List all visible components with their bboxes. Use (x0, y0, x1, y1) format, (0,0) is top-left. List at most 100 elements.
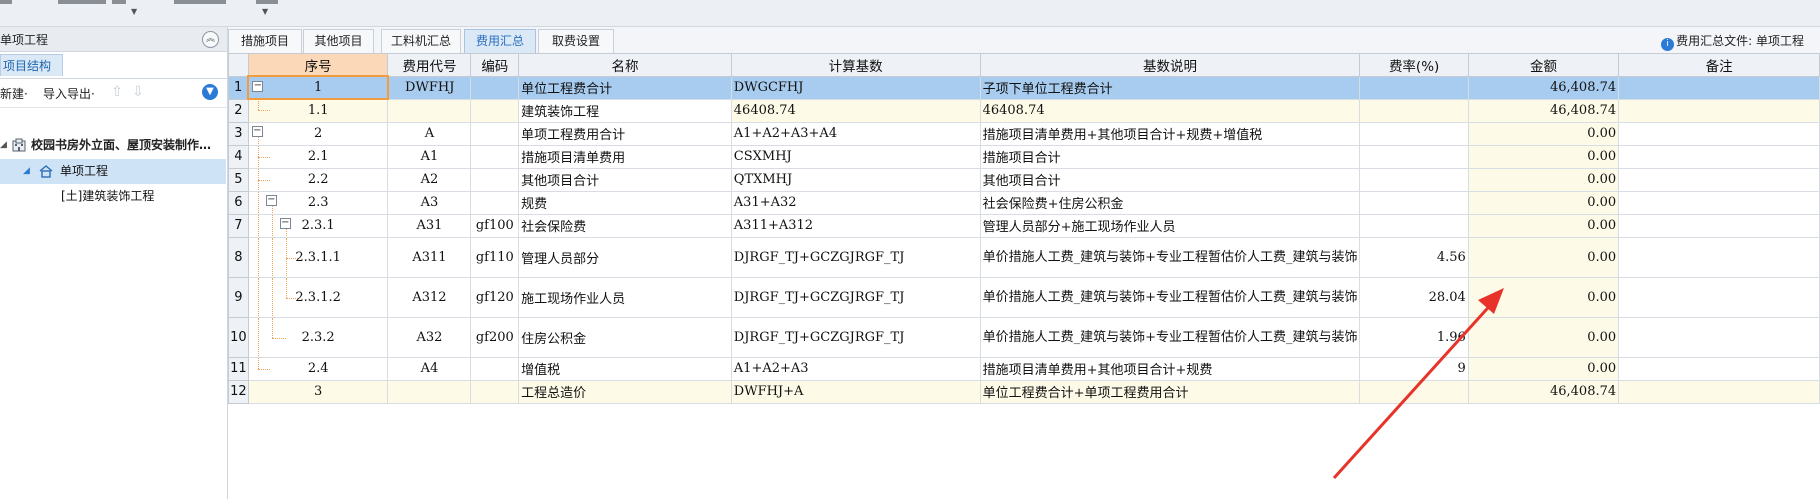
table-row[interactable]: 1 −1 DWFHJ 单位工程费合计 DWGCFHJ 子项下单位工程费合计 46… (228, 75, 1820, 100)
seq-cell[interactable]: 2.3.1.2 (247, 276, 389, 318)
calc-base-cell[interactable]: CSXMHJ (730, 144, 981, 169)
tree-item-single-project[interactable]: ◢ 单项工程 (0, 159, 226, 184)
note-cell[interactable] (1618, 356, 1820, 381)
calc-base-cell[interactable]: A1+A2+A3 (730, 356, 981, 381)
name-cell[interactable]: 住房公积金 (518, 316, 732, 358)
name-cell[interactable]: 社会保险费 (518, 213, 732, 238)
column-header-seq[interactable]: 序号 (247, 53, 389, 77)
note-cell[interactable] (1618, 167, 1820, 192)
seq-cell[interactable]: 2.1 (247, 144, 389, 169)
name-cell[interactable]: 单位工程费合计 (518, 75, 732, 100)
base-desc-cell[interactable]: 措施项目清单费用+其他项目合计+规费 (979, 356, 1361, 381)
name-cell[interactable]: 管理人员部分 (518, 236, 732, 278)
download-icon[interactable]: ▼ (202, 84, 218, 100)
calc-base-cell[interactable]: DJRGF_TJ+GCZGJRGF_TJ (730, 276, 981, 318)
move-down-icon[interactable]: ⇩ (131, 84, 145, 100)
column-header-rate[interactable]: 费率(%) (1359, 53, 1469, 77)
collapse-icon[interactable]: − (251, 125, 263, 137)
tab-fee-settings[interactable]: 取费设置 (538, 29, 614, 53)
note-cell[interactable] (1618, 98, 1820, 123)
import-export-button[interactable]: 导入导出· (43, 85, 95, 102)
seq-cell[interactable]: −2.3 (247, 190, 389, 215)
base-desc-cell[interactable]: 措施项目清单费用+其他项目合计+规费+增值税 (979, 121, 1361, 146)
fee-code-cell[interactable]: A312 (387, 276, 472, 318)
collapse-icon[interactable]: − (252, 81, 264, 92)
note-cell[interactable] (1618, 379, 1820, 404)
base-desc-cell[interactable]: 措施项目合计 (979, 144, 1361, 169)
name-cell[interactable]: 建筑装饰工程 (518, 98, 732, 123)
name-cell[interactable]: 工程总造价 (518, 379, 732, 404)
rate-cell[interactable]: 28.04 (1359, 276, 1469, 318)
table-row[interactable]: 9 2.3.1.2 A312 gf120 施工现场作业人员 DJRGF_TJ+G… (228, 276, 1820, 318)
fee-code-cell[interactable]: A4 (387, 356, 472, 381)
rate-cell[interactable]: 9 (1359, 356, 1469, 381)
seq-cell[interactable]: 2.3.1.1 (247, 236, 389, 278)
tab-fee-summary[interactable]: 费用汇总 (464, 29, 536, 53)
rate-cell[interactable] (1359, 75, 1469, 100)
tree-item-project[interactable]: ◢ 校园书房外立面、屋顶安装制作… (0, 133, 226, 158)
note-cell[interactable] (1618, 144, 1820, 169)
amount-cell[interactable]: 0.00 (1467, 236, 1620, 278)
base-desc-cell[interactable]: 单价措施人工费_建筑与装饰+专业工程暂估价人工费_建筑与装饰 (979, 276, 1361, 318)
code-cell[interactable] (470, 190, 520, 215)
rate-cell[interactable] (1359, 167, 1469, 192)
rate-cell[interactable] (1359, 144, 1469, 169)
amount-cell[interactable]: 0.00 (1467, 356, 1620, 381)
calc-base-cell[interactable]: 46408.74 (730, 98, 981, 123)
rate-cell[interactable] (1359, 98, 1469, 123)
calc-base-cell[interactable]: QTXMHJ (730, 167, 981, 192)
summary-file-link[interactable]: i 费用汇总文件: 单项工程 (1661, 32, 1804, 51)
rate-cell[interactable] (1359, 121, 1469, 146)
base-desc-cell[interactable]: 单价措施人工费_建筑与装饰+专业工程暂估价人工费_建筑与装饰 (979, 316, 1361, 358)
amount-cell[interactable]: 0.00 (1467, 190, 1620, 215)
amount-cell[interactable]: 0.00 (1467, 144, 1620, 169)
amount-cell[interactable]: 0.00 (1467, 316, 1620, 358)
fee-code-cell[interactable]: DWFHJ (387, 75, 472, 100)
base-desc-cell[interactable]: 社会保险费+住房公积金 (979, 190, 1361, 215)
new-button[interactable]: 新建· (0, 85, 28, 102)
table-row[interactable]: 10 2.3.2 A32 gf200 住房公积金 DJRGF_TJ+GCZGJR… (228, 316, 1820, 358)
base-desc-cell[interactable]: 46408.74 (979, 98, 1361, 123)
fee-code-cell[interactable] (387, 98, 472, 123)
code-cell[interactable]: gf100 (470, 213, 520, 238)
fee-code-cell[interactable]: A31 (387, 213, 472, 238)
table-row[interactable]: 7 −2.3.1 A31 gf100 社会保险费 A311+A312 管理人员部… (228, 213, 1820, 238)
rate-cell[interactable] (1359, 379, 1469, 404)
amount-cell[interactable]: 0.00 (1467, 276, 1620, 318)
table-row[interactable]: 11 2.4 A4 增值税 A1+A2+A3 措施项目清单费用+其他项目合计+规… (228, 356, 1820, 381)
base-desc-cell[interactable]: 管理人员部分+施工现场作业人员 (979, 213, 1361, 238)
tab-other-items[interactable]: 其他项目 (303, 29, 374, 53)
amount-cell[interactable]: 46,408.74 (1467, 379, 1620, 404)
rate-cell[interactable]: 1.96 (1359, 316, 1469, 358)
note-cell[interactable] (1618, 213, 1820, 238)
column-header-fee-code[interactable]: 费用代号 (387, 53, 472, 77)
column-header-base-desc[interactable]: 基数说明 (979, 53, 1361, 77)
collapse-up-icon[interactable]: ︽ (202, 31, 219, 48)
fee-code-cell[interactable]: A3 (387, 190, 472, 215)
calc-base-cell[interactable]: A1+A2+A3+A4 (730, 121, 981, 146)
collapse-icon[interactable]: − (279, 217, 291, 229)
seq-cell[interactable]: −2.3.1 (247, 213, 389, 238)
amount-cell[interactable]: 46,408.74 (1467, 98, 1620, 123)
name-cell[interactable]: 措施项目清单费用 (518, 144, 732, 169)
table-row[interactable]: 5 2.2 A2 其他项目合计 QTXMHJ 其他项目合计 0.00 (228, 167, 1820, 192)
code-cell[interactable] (470, 144, 520, 169)
seq-cell[interactable]: −1 (247, 75, 389, 100)
note-cell[interactable] (1618, 316, 1820, 358)
base-desc-cell[interactable]: 其他项目合计 (979, 167, 1361, 192)
table-row[interactable]: 2 1.1 建筑装饰工程 46408.74 46408.74 46,408.74 (228, 98, 1820, 123)
seq-cell[interactable]: 2.3.2 (247, 316, 389, 358)
base-desc-cell[interactable]: 子项下单位工程费合计 (979, 75, 1361, 100)
tree-item-building-decoration[interactable]: [土]建筑装饰工程 (0, 184, 226, 209)
seq-cell[interactable]: 2.4 (247, 356, 389, 381)
name-cell[interactable]: 单项工程费用合计 (518, 121, 732, 146)
note-cell[interactable] (1618, 121, 1820, 146)
seq-cell[interactable]: 1.1 (247, 98, 389, 123)
name-cell[interactable]: 其他项目合计 (518, 167, 732, 192)
code-cell[interactable] (470, 98, 520, 123)
code-cell[interactable] (470, 75, 520, 100)
table-row[interactable]: 12 3 工程总造价 DWFHJ+A 单位工程费合计+单项工程费用合计 46,4… (228, 379, 1820, 404)
tree-expand-icon[interactable]: ◢ (0, 133, 7, 158)
amount-cell[interactable]: 0.00 (1467, 121, 1620, 146)
calc-base-cell[interactable]: DWFHJ+A (730, 379, 981, 404)
